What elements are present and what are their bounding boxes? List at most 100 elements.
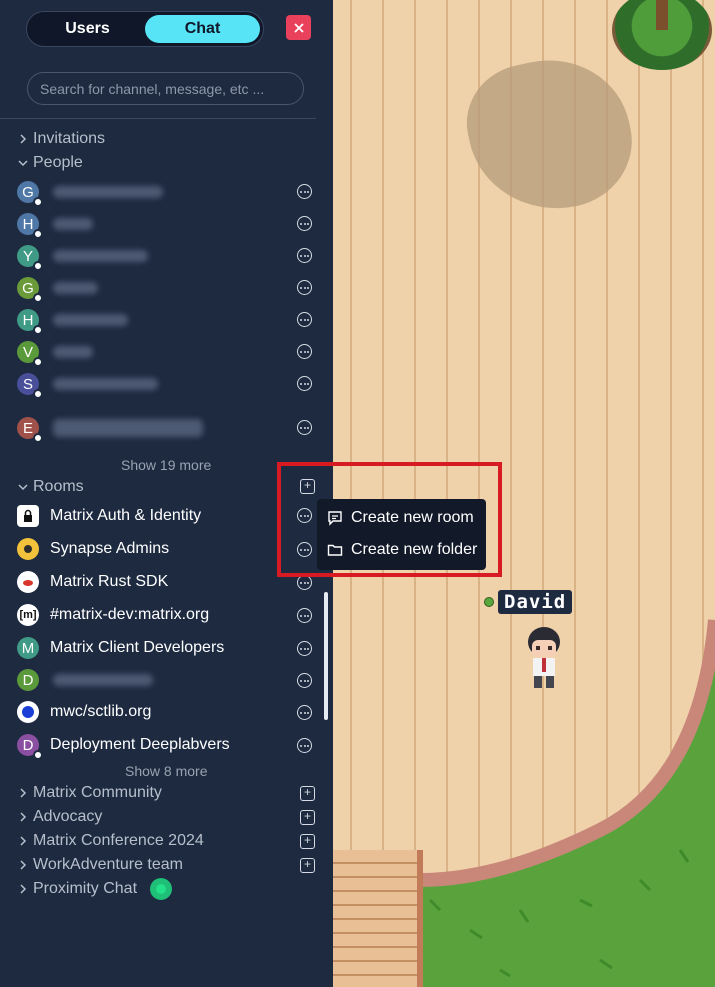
- rooms-show-more[interactable]: Show 8 more: [125, 763, 207, 779]
- player-status-dot: [484, 597, 494, 607]
- add-room-button[interactable]: +: [300, 858, 315, 873]
- room-name: Matrix Client Developers: [50, 639, 225, 656]
- avatar: Y: [17, 245, 43, 271]
- blurred-name: [53, 378, 158, 390]
- folder-label: Advocacy: [33, 808, 103, 825]
- avatar: S: [17, 373, 43, 399]
- lock-icon: [17, 505, 39, 527]
- create-room-menu-item[interactable]: Create new room: [317, 502, 486, 534]
- section-invitations[interactable]: Invitations: [18, 130, 105, 148]
- add-room-button[interactable]: +: [300, 786, 315, 801]
- tab-chat[interactable]: Chat: [145, 15, 260, 43]
- room-avatar: D: [17, 669, 39, 691]
- more-options-button[interactable]: [297, 738, 312, 753]
- person-row[interactable]: H: [17, 306, 317, 335]
- folder-matrix-community[interactable]: Matrix Community: [18, 784, 162, 802]
- add-room-button[interactable]: +: [300, 810, 315, 825]
- more-options-button[interactable]: [297, 575, 312, 590]
- avatar: G: [17, 181, 43, 207]
- folder-proximity-chat[interactable]: Proximity Chat: [18, 878, 173, 900]
- more-options-button[interactable]: [297, 608, 312, 623]
- player-name: David: [498, 590, 573, 614]
- chevron-right-icon: [20, 134, 27, 144]
- avatar: E: [17, 417, 43, 443]
- folder-label: WorkAdventure team: [33, 856, 183, 873]
- folder-workadventure-team[interactable]: WorkAdventure team: [18, 856, 183, 874]
- avatar: G: [17, 277, 43, 303]
- section-rooms[interactable]: Rooms: [18, 478, 84, 496]
- more-options-button[interactable]: [297, 312, 312, 327]
- more-options-button[interactable]: [297, 248, 312, 263]
- avatar: H: [17, 309, 43, 335]
- online-indicator-icon: [150, 878, 173, 900]
- chevron-down-icon: [18, 484, 28, 491]
- create-folder-menu-item[interactable]: Create new folder: [317, 534, 486, 566]
- room-name: Synapse Admins: [50, 540, 170, 557]
- player-nametag[interactable]: David: [484, 590, 573, 614]
- blurred-name: [53, 218, 93, 230]
- tab-users[interactable]: Users: [30, 15, 145, 43]
- section-label: Invitations: [33, 130, 106, 147]
- close-button[interactable]: [286, 15, 311, 40]
- blurred-name: [53, 314, 128, 326]
- context-menu: Create new room Create new folder: [317, 499, 486, 570]
- more-options-button[interactable]: [297, 344, 312, 359]
- room-name: #matrix-dev:matrix.org: [50, 606, 210, 623]
- more-options-button[interactable]: [297, 705, 312, 720]
- avatar: V: [17, 341, 43, 367]
- chat-bubble-icon: [328, 511, 342, 526]
- more-options-button[interactable]: [297, 673, 312, 688]
- chevron-down-icon: [18, 160, 28, 167]
- room-name: Deployment Deeplabvers: [50, 736, 230, 753]
- more-options-button[interactable]: [297, 280, 312, 295]
- blurred-name: [53, 346, 93, 358]
- more-options-button[interactable]: [297, 376, 312, 391]
- folder-matrix-conference[interactable]: Matrix Conference 2024: [18, 832, 204, 850]
- room-row[interactable]: [m] #matrix-dev:matrix.org: [17, 601, 317, 629]
- player-avatar[interactable]: [520, 624, 568, 690]
- create-room-label: Create new room: [351, 509, 474, 526]
- blurred-name: [53, 674, 153, 686]
- chevron-right-icon: [20, 860, 27, 870]
- chevron-right-icon: [20, 884, 27, 894]
- room-row[interactable]: D: [17, 666, 317, 694]
- more-options-button[interactable]: [297, 184, 312, 199]
- folder-label: Matrix Community: [33, 784, 162, 801]
- more-options-button[interactable]: [297, 216, 312, 231]
- folder-label: Proximity Chat: [33, 880, 138, 897]
- scrollbar[interactable]: [324, 592, 328, 720]
- room-row[interactable]: D Deployment Deeplabvers: [17, 731, 317, 760]
- search-input[interactable]: [27, 72, 304, 105]
- avatar: H: [17, 213, 43, 239]
- more-options-button[interactable]: [297, 641, 312, 656]
- room-avatar: D: [17, 734, 43, 760]
- more-options-button[interactable]: [297, 420, 312, 435]
- blurred-name: [53, 419, 203, 437]
- room-row[interactable]: M Matrix Client Developers: [17, 634, 317, 662]
- section-people[interactable]: People: [18, 154, 83, 172]
- tab-switcher: Users Chat: [26, 11, 264, 47]
- close-icon: [293, 22, 304, 33]
- room-row[interactable]: mwc/sctlib.org: [17, 698, 317, 726]
- folder-icon: [327, 544, 343, 556]
- room-name: Matrix Rust SDK: [50, 573, 169, 590]
- person-row[interactable]: H: [17, 210, 317, 239]
- person-row[interactable]: G: [17, 274, 317, 303]
- folder-advocacy[interactable]: Advocacy: [18, 808, 102, 826]
- room-row[interactable]: Synapse Admins: [17, 535, 317, 563]
- person-row[interactable]: V: [17, 338, 317, 367]
- room-row[interactable]: Matrix Auth & Identity: [17, 502, 317, 530]
- person-row[interactable]: S: [17, 370, 317, 399]
- chevron-right-icon: [20, 788, 27, 798]
- person-row[interactable]: E: [17, 412, 317, 444]
- blurred-name: [53, 186, 163, 198]
- room-row[interactable]: Matrix Rust SDK: [17, 568, 317, 596]
- create-folder-label: Create new folder: [351, 541, 478, 558]
- person-row[interactable]: G: [17, 178, 317, 207]
- add-room-button[interactable]: +: [300, 834, 315, 849]
- people-show-more[interactable]: Show 19 more: [121, 457, 211, 473]
- chevron-right-icon: [20, 836, 27, 846]
- room-name: mwc/sctlib.org: [50, 703, 152, 720]
- person-row[interactable]: Y: [17, 242, 317, 271]
- blurred-name: [53, 250, 148, 262]
